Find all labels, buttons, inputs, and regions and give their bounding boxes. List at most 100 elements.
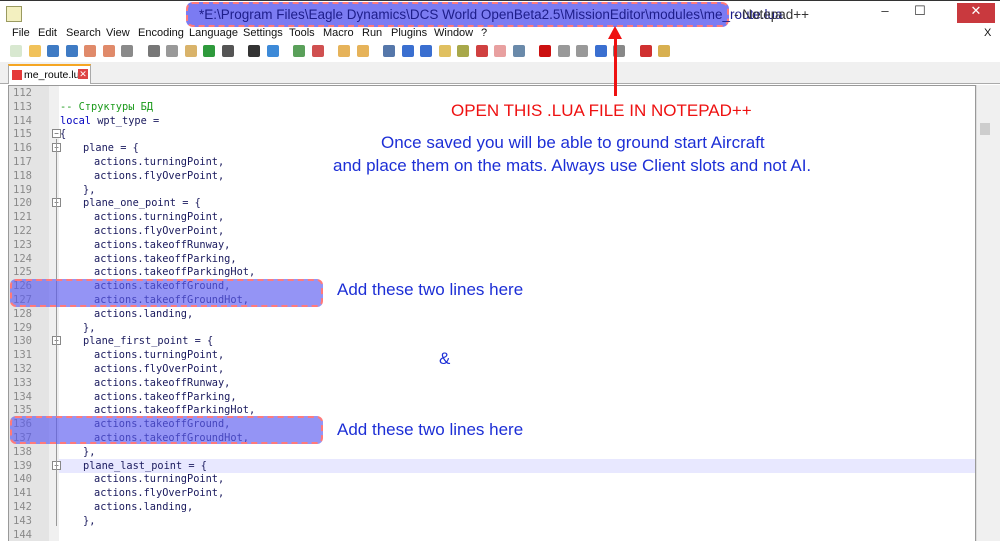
code-line: actions.takeoffParkingHot, <box>94 265 255 279</box>
save-icon[interactable] <box>47 45 59 57</box>
line-number: 122 <box>13 225 32 237</box>
scrollbar-thumb[interactable] <box>980 123 990 135</box>
find-icon[interactable] <box>248 45 260 57</box>
plugin-icon[interactable] <box>658 45 670 57</box>
menu-run[interactable]: Run <box>362 27 382 39</box>
menu-search[interactable]: Search <box>66 27 101 39</box>
code-line: actions.takeoffRunway, <box>94 238 230 252</box>
code-text: plane_one_point = { <box>83 197 201 210</box>
show-all-chars-icon[interactable] <box>401 45 414 57</box>
line-number: 115 <box>13 128 32 141</box>
fold-line <box>56 139 57 526</box>
code-line: actions.landing, <box>94 307 193 321</box>
code-line: plane = { <box>83 141 139 155</box>
code-text: actions.flyOverPoint, <box>94 487 225 500</box>
zoom-in-icon[interactable] <box>293 45 305 57</box>
minimize-button[interactable]: – <box>870 3 900 23</box>
menu-view[interactable]: View <box>106 27 130 39</box>
close-document-button[interactable]: X <box>984 27 991 39</box>
menu-file[interactable]: File <box>12 27 30 39</box>
code-line: { <box>60 127 66 141</box>
code-text: actions.takeoffRunway, <box>94 376 231 389</box>
code-line: actions.flyOverPoint, <box>94 169 224 183</box>
menu-plugins[interactable]: Plugins <box>391 27 427 39</box>
unsaved-file-icon <box>12 70 22 80</box>
line-number: 113 <box>13 100 32 113</box>
doc-map-icon[interactable] <box>457 45 469 57</box>
menu-help[interactable]: ? <box>481 27 487 39</box>
undo-icon[interactable] <box>203 45 215 57</box>
menu-encoding[interactable]: Encoding <box>138 27 184 39</box>
menu-edit[interactable]: Edit <box>38 27 57 39</box>
monitor-icon[interactable] <box>512 45 525 57</box>
menu-bar: X File Edit Search View Encoding Language Sett… <box>0 27 1000 42</box>
fold-margin <box>49 86 59 541</box>
close-button[interactable]: ✕ <box>957 3 995 23</box>
line-number: 114 <box>13 114 32 127</box>
record-macro-icon[interactable] <box>539 45 551 57</box>
line-number: 117 <box>13 156 32 168</box>
code-text: }, <box>83 321 96 334</box>
word-wrap-icon[interactable] <box>383 45 395 57</box>
code-text: actions.takeoffRunway, <box>94 238 231 251</box>
code-editor[interactable]: 112 113 -- Структуры БД 114 local wpt_type =… <box>8 85 976 541</box>
toolbar <box>0 42 1000 62</box>
redo-icon[interactable] <box>221 45 234 57</box>
code-line: }, <box>83 183 95 197</box>
function-list-icon[interactable] <box>475 45 488 57</box>
code-text: -- Структуры БД <box>60 100 153 113</box>
menu-window[interactable]: Window <box>434 27 473 39</box>
menu-tools[interactable]: Tools <box>289 27 315 39</box>
stop-macro-icon[interactable] <box>557 45 570 57</box>
play-macro-icon[interactable] <box>576 45 588 57</box>
close-all-icon[interactable] <box>102 45 115 57</box>
sync-vertical-icon[interactable] <box>338 45 350 57</box>
info-note-line2: and place them on the mats. Always use C… <box>333 156 812 175</box>
paste-icon[interactable] <box>184 45 197 57</box>
save-all-icon[interactable] <box>65 45 78 57</box>
line-number: 116 <box>13 142 32 155</box>
code-text: actions.turningPoint, <box>94 211 225 224</box>
line-number: 134 <box>13 390 32 403</box>
open-file-icon[interactable] <box>28 45 41 57</box>
copy-icon[interactable] <box>166 45 178 57</box>
vertical-scrollbar[interactable] <box>976 85 1000 541</box>
tab-close-icon[interactable]: ✕ <box>78 69 88 79</box>
code-text: }, <box>83 445 96 458</box>
code-text: local <box>60 114 91 127</box>
info-note-line1: Once saved you will be able to ground st… <box>381 133 765 152</box>
code-line: actions.flyOverPoint, <box>94 362 224 376</box>
highlight-lines-126-127 <box>10 279 323 307</box>
code-line: }, <box>83 445 95 459</box>
close-file-icon[interactable] <box>84 45 96 57</box>
tab-me-route[interactable]: me_route.lua ✕ <box>8 64 91 84</box>
indent-guide-icon[interactable] <box>420 45 432 57</box>
line-number: 123 <box>13 238 32 251</box>
line-number: 140 <box>13 473 32 486</box>
menu-language[interactable]: Language <box>189 27 238 39</box>
folder-workspace-icon[interactable] <box>494 45 506 57</box>
sync-horizontal-icon[interactable] <box>356 45 369 57</box>
code-text: actions.takeoffParkingHot, <box>94 266 256 279</box>
run-macro-multiple-icon[interactable] <box>594 45 607 57</box>
udl-icon[interactable] <box>438 45 451 57</box>
code-text: actions.flyOverPoint, <box>94 169 225 182</box>
menu-settings[interactable]: Settings <box>243 27 283 39</box>
code-text: actions.landing, <box>94 501 194 513</box>
new-file-icon[interactable] <box>10 45 22 57</box>
line-number: 143 <box>13 514 32 527</box>
print-icon[interactable] <box>121 45 133 57</box>
arrowhead <box>608 26 622 39</box>
code-line: plane_first_point = { <box>83 334 213 348</box>
code-line: actions.turningPoint, <box>94 210 224 224</box>
spellcheck-icon[interactable] <box>639 45 652 57</box>
code-text: actions.takeoffParking, <box>94 252 237 265</box>
line-number: 120 <box>13 197 32 210</box>
line-number: 118 <box>13 169 32 182</box>
maximize-button[interactable]: ☐ <box>905 3 935 23</box>
menu-macro[interactable]: Macro <box>323 27 354 39</box>
line-number: 119 <box>13 183 32 196</box>
replace-icon[interactable] <box>266 45 279 57</box>
cut-icon[interactable] <box>147 45 160 57</box>
zoom-out-icon[interactable] <box>311 45 324 57</box>
